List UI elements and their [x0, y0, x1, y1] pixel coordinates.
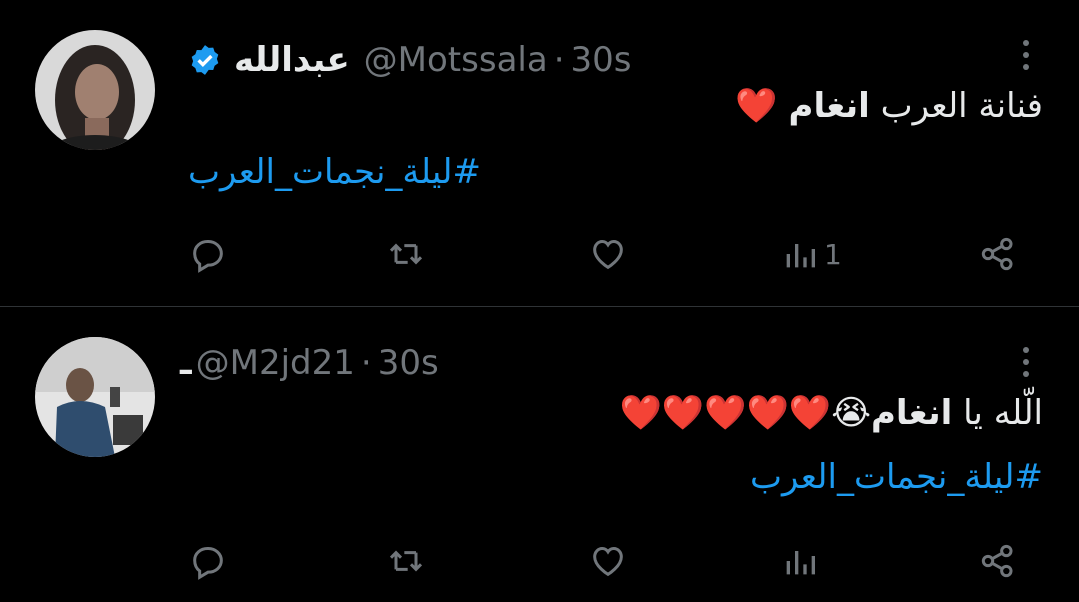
- reply-button[interactable]: [188, 541, 228, 581]
- tweet-text: الّله يا انغام😭❤️❤️❤️❤️❤️: [619, 393, 1043, 433]
- like-icon: [593, 546, 623, 577]
- views-icon: [786, 244, 815, 268]
- verified-badge-icon: [191, 45, 219, 75]
- reply-icon: [193, 547, 223, 580]
- timestamp[interactable]: 30s: [378, 343, 439, 383]
- separator: ·: [553, 40, 565, 80]
- avatar-2[interactable]: [35, 337, 155, 457]
- reply-button[interactable]: [188, 234, 228, 274]
- like-icon: [593, 239, 623, 270]
- views-button[interactable]: [780, 541, 824, 581]
- share-button[interactable]: [978, 541, 1018, 581]
- handle[interactable]: @M2jd21: [196, 343, 355, 383]
- share-icon: [981, 237, 1013, 271]
- separator: ·: [360, 343, 372, 383]
- handle[interactable]: @Motssala: [364, 40, 548, 80]
- views-count: 1: [824, 237, 842, 271]
- retweet-icon: [389, 550, 423, 572]
- hashtag-link[interactable]: #ليلة_نجمات_العرب: [750, 457, 1043, 497]
- tweet-header: عبدالله @Motssala · 30s: [188, 40, 631, 80]
- reply-icon: [193, 240, 223, 273]
- avatar-1[interactable]: [35, 30, 155, 150]
- display-name[interactable]: ـ: [180, 343, 192, 383]
- display-name[interactable]: عبدالله: [234, 40, 350, 80]
- share-icon: [981, 544, 1013, 578]
- tweet-text: فنانة العرب انغام ❤️: [735, 86, 1043, 126]
- more-icon[interactable]: [1021, 40, 1031, 76]
- views-button[interactable]: 1: [780, 234, 842, 274]
- hashtag-link[interactable]: #ليلة_نجمات_العرب: [188, 152, 481, 192]
- like-button[interactable]: [588, 234, 628, 274]
- retweet-button[interactable]: [386, 541, 426, 581]
- more-icon[interactable]: [1021, 347, 1031, 383]
- retweet-button[interactable]: [386, 234, 426, 274]
- tweet-1[interactable]: عبدالله @Motssala · 30s فنانة العرب انغا…: [0, 0, 1079, 307]
- tweet-2[interactable]: ـ @M2jd21 · 30s الّله يا انغام😭❤️❤️❤️❤️❤…: [0, 307, 1079, 602]
- like-button[interactable]: [588, 541, 628, 581]
- tweet-header: ـ @M2jd21 · 30s: [180, 343, 439, 383]
- views-icon: [786, 551, 815, 575]
- retweet-icon: [389, 243, 423, 265]
- timestamp[interactable]: 30s: [571, 40, 632, 80]
- action-bar: [188, 541, 1028, 581]
- share-button[interactable]: [978, 234, 1018, 274]
- action-bar: 1: [188, 234, 1028, 274]
